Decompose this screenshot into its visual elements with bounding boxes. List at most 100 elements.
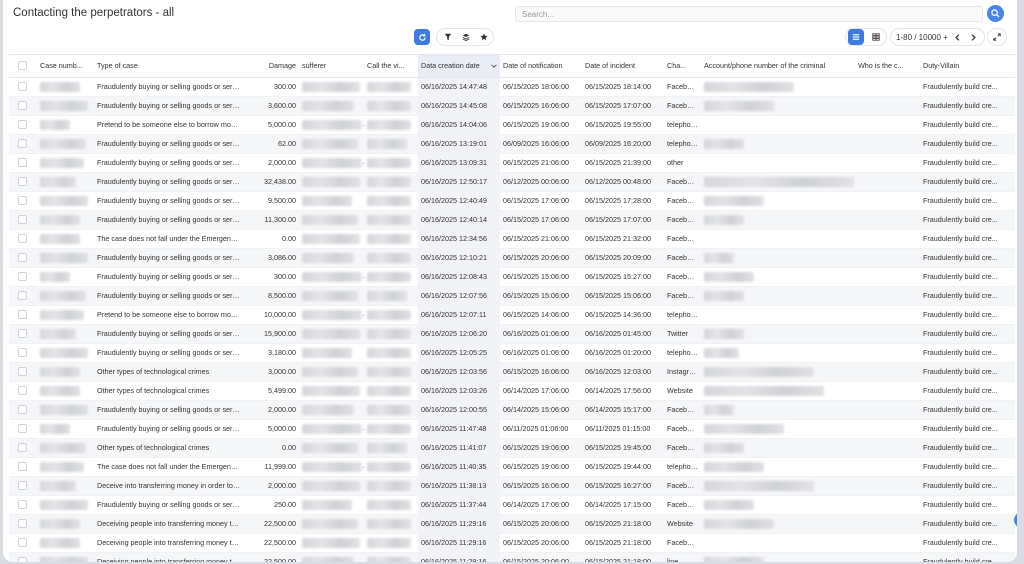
table-row[interactable]: Pretend to be someone else to borrow mon… [9,115,1015,135]
filter-button[interactable] [440,29,456,45]
table-row[interactable]: Other types of technological crimes 0.00 0… [9,438,1015,458]
notification-date-cell: 06/15/2025 21:06:00 [500,229,582,249]
row-checkbox[interactable] [9,248,37,268]
sufferer-cell [299,495,364,515]
table-row[interactable]: Fraudulently buying or selling goods or … [9,286,1015,306]
row-checkbox[interactable] [9,533,37,553]
table-row[interactable]: Fraudulently buying or selling goods or … [9,248,1015,268]
row-checkbox[interactable] [9,400,37,420]
table-row[interactable]: The case does not fall under the Emergen… [9,229,1015,249]
list-view-button[interactable] [848,29,864,45]
column-header-sufferer[interactable]: sufferer [299,55,364,78]
column-header-case-number[interactable]: Case numb... [37,55,94,78]
table-row[interactable]: Deceiving people into transferring money… [9,552,1015,562]
table-row[interactable]: Pretend to be someone else to borrow mon… [9,305,1015,325]
table-row[interactable]: Fraudulently buying or selling goods or … [9,96,1015,116]
channel-cell: line [664,552,701,562]
table-row[interactable]: Fraudulently buying or selling goods or … [9,134,1015,154]
table-row[interactable]: Deceiving people into transferring money… [9,533,1015,553]
row-checkbox[interactable] [9,381,37,401]
row-checkbox[interactable] [9,343,37,363]
table-row[interactable]: Fraudulently buying or selling goods or … [9,400,1015,420]
column-header-type-of-case[interactable]: Type of case [94,55,244,78]
row-checkbox[interactable] [9,552,37,562]
row-checkbox[interactable] [9,495,37,515]
who-is-criminal-cell [855,153,920,173]
who-is-criminal-cell [855,305,920,325]
channel-cell: Facebook [664,77,701,97]
table-row[interactable]: Fraudulently buying or selling goods or … [9,210,1015,230]
table-row[interactable]: Fraudulently buying or selling goods or … [9,324,1015,344]
table-row[interactable]: Other types of technological crimes 5,499… [9,381,1015,401]
row-checkbox[interactable] [9,419,37,439]
row-checkbox[interactable] [9,324,37,344]
row-checkbox[interactable] [9,191,37,211]
row-checkbox[interactable] [9,96,37,116]
column-header-call-the-victim[interactable]: Call the vi... [364,55,418,78]
duty-villain-cell: Fraudulently build cre... [920,229,1015,249]
layers-button[interactable] [458,29,474,45]
row-checkbox[interactable] [9,438,37,458]
column-header-duty-villain[interactable]: Duty-Villain [920,55,1015,78]
search-input[interactable]: Search... [515,6,983,22]
damage-cell: 11,999.00 [244,457,299,477]
channel-cell: Facebook [664,476,701,496]
column-header-who-is-the-criminal[interactable]: Who is the c... [855,55,920,78]
row-checkbox[interactable] [9,172,37,192]
table-row[interactable]: Fraudulently buying or selling goods or … [9,343,1015,363]
case-number-cell [37,552,94,562]
row-checkbox[interactable] [9,115,37,135]
refresh-button[interactable] [414,29,430,45]
table-row[interactable]: Fraudulently buying or selling goods or … [9,77,1015,97]
column-header-channel[interactable]: Cha... [664,55,701,78]
sufferer-cell [299,248,364,268]
fullscreen-button[interactable] [989,29,1005,45]
row-checkbox[interactable] [9,134,37,154]
notification-date-cell: 06/15/2025 17:06:00 [500,210,582,230]
column-header-damage[interactable]: Damage [244,55,299,78]
row-checkbox[interactable] [9,229,37,249]
pager-range[interactable]: 1-80 / 10000 + [896,33,948,42]
notification-date-cell: 06/15/2025 21:06:00 [500,153,582,173]
row-checkbox[interactable] [9,476,37,496]
grid-view-button[interactable] [868,29,884,45]
column-header-date-of-incident[interactable]: Date of incident [582,55,664,78]
channel-cell: Facebook [664,172,701,192]
creation-date-cell: 06/16/2025 12:05:25 [418,343,500,363]
table-row[interactable]: Fraudulently buying or selling goods or … [9,419,1015,439]
row-checkbox[interactable] [9,77,37,97]
duty-villain-cell: Fraudulently build cre... [920,267,1015,287]
table-row[interactable]: Fraudulently buying or selling goods or … [9,153,1015,173]
channel-cell: Facebook [664,210,701,230]
favorite-button[interactable] [476,29,492,45]
creation-date-cell: 06/16/2025 12:07:56 [418,286,500,306]
channel-cell: telephone [664,343,701,363]
incident-date-cell: 06/15/2025 21:18:00 [582,533,664,553]
column-header-date-of-notification[interactable]: Date of notification [500,55,582,78]
who-is-criminal-cell [855,495,920,515]
next-page-button[interactable] [965,29,981,45]
row-checkbox[interactable] [9,305,37,325]
row-checkbox[interactable] [9,457,37,477]
table-row[interactable]: Other types of technological crimes 3,000… [9,362,1015,382]
row-checkbox[interactable] [9,153,37,173]
row-checkbox[interactable] [9,286,37,306]
select-all-checkbox[interactable] [9,55,37,78]
table-row[interactable]: Deceiving people into transferring money… [9,514,1015,534]
table-row[interactable]: Fraudulently buying or selling goods or … [9,191,1015,211]
row-checkbox[interactable] [9,362,37,382]
table-row[interactable]: Fraudulently buying or selling goods or … [9,267,1015,287]
call-victim-cell [364,457,418,477]
table-row[interactable]: Fraudulently buying or selling goods or … [9,172,1015,192]
column-header-data-creation-date[interactable]: Data creation date [418,55,500,78]
prev-page-button[interactable] [949,29,965,45]
sufferer-cell [299,267,364,287]
row-checkbox[interactable] [9,267,37,287]
table-row[interactable]: Fraudulently buying or selling goods or … [9,495,1015,515]
search-button[interactable] [987,5,1004,22]
row-checkbox[interactable] [9,210,37,230]
row-checkbox[interactable] [9,514,37,534]
column-header-criminal-account[interactable]: Account/phone number of the criminal [701,55,855,78]
table-row[interactable]: The case does not fall under the Emergen… [9,457,1015,477]
table-row[interactable]: Deceive into transferring money in order… [9,476,1015,496]
